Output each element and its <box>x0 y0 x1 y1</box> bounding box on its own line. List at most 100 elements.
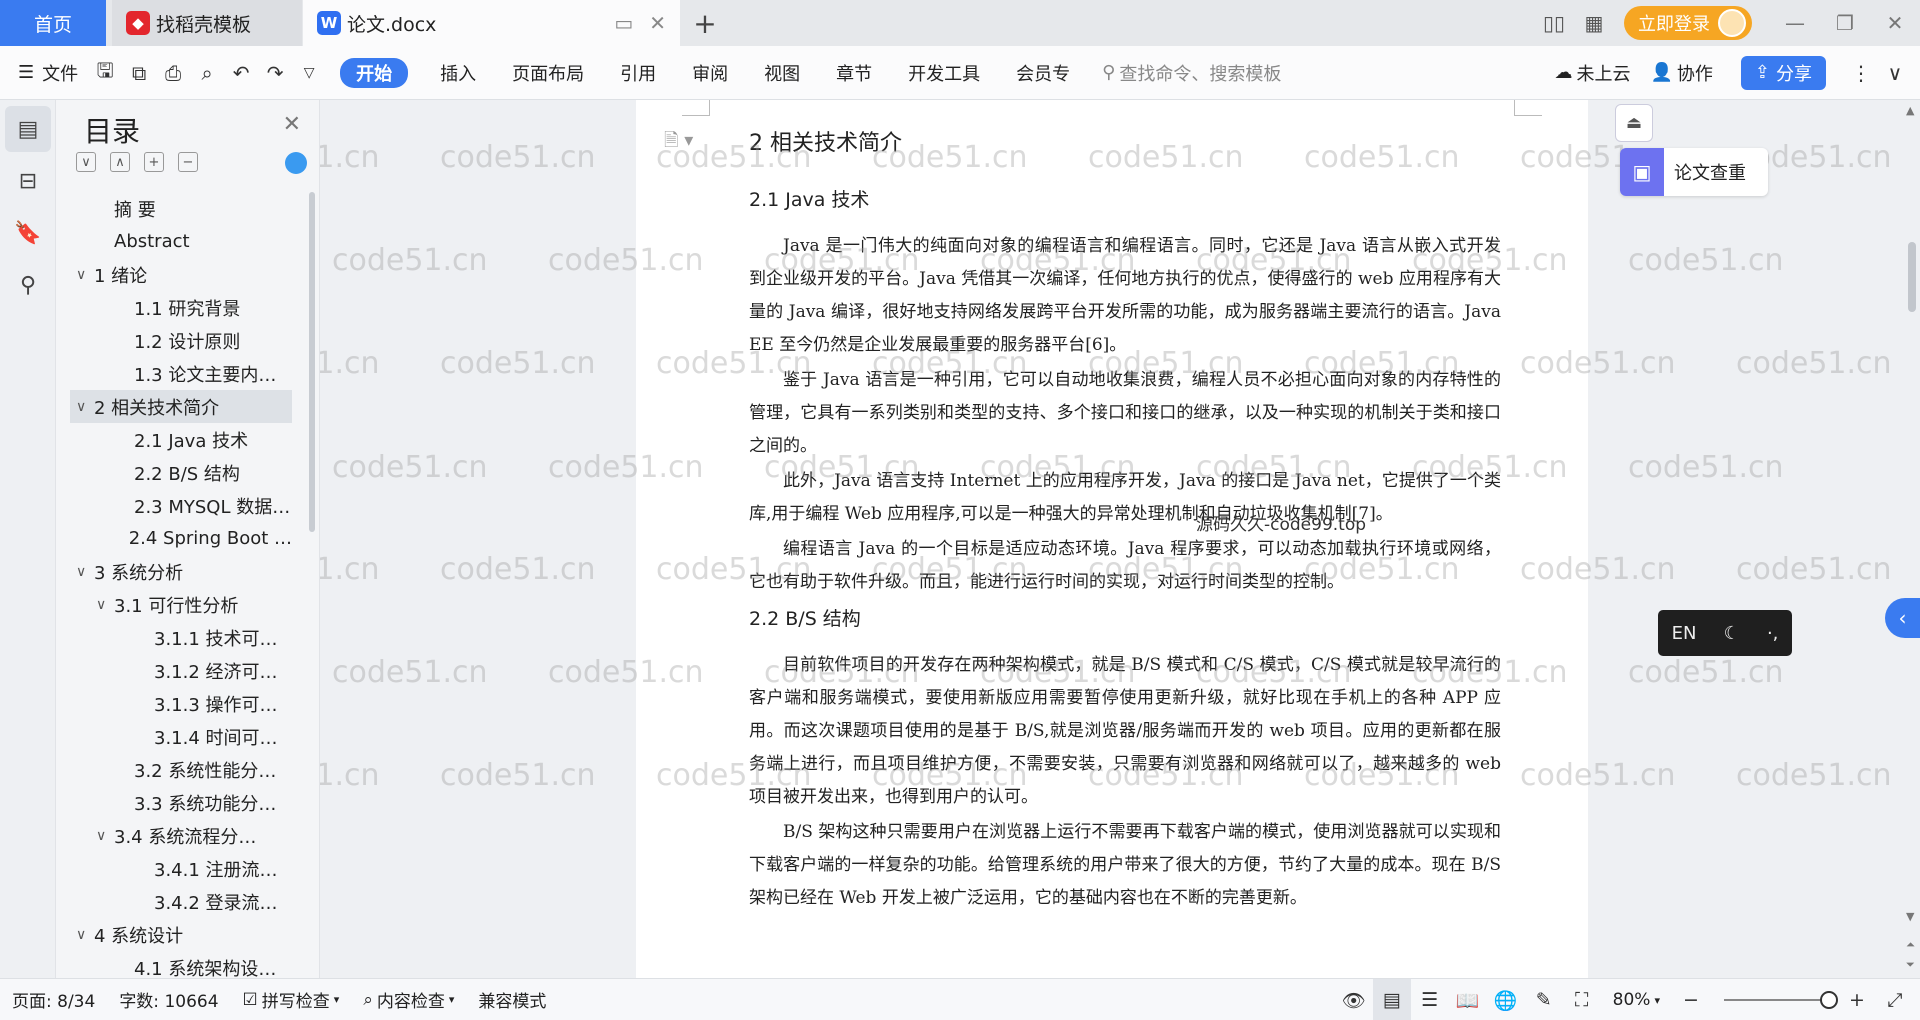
redo-icon[interactable]: ↷ <box>258 56 292 90</box>
document-icon[interactable]: 🗎 ▾ <box>664 128 693 158</box>
collapse-ribbon-icon[interactable]: ∨ <box>1878 56 1912 90</box>
toc-item[interactable]: ∨ 3 系统分析 <box>70 555 292 588</box>
share-button[interactable]: ⇪ 分享 <box>1740 55 1826 90</box>
collaborate-button[interactable]: 👤 协作 <box>1640 46 1722 100</box>
zoom-level[interactable]: 80% ▾ <box>1601 979 1672 1020</box>
toc-item[interactable]: 1.2 设计原则 <box>70 324 292 357</box>
new-tab-button[interactable]: + <box>690 0 720 46</box>
toc-item[interactable]: ∨ 3.1 可行性分析 <box>70 588 292 621</box>
save-icon[interactable]: 🖫 <box>88 56 122 90</box>
more-icon[interactable]: ⋮ <box>1844 56 1878 90</box>
toc-item[interactable]: 1.1 研究背景 <box>70 291 292 324</box>
toc-item[interactable]: 3.1.4 时间可… <box>70 720 292 753</box>
remove-heading-icon[interactable]: − <box>178 152 198 172</box>
toc-item[interactable]: 2.2 B/S 结构 <box>70 456 292 489</box>
screen-icon[interactable]: ▭ <box>614 11 633 35</box>
toc-item[interactable]: 2.3 MYSQL 数据… <box>70 489 292 522</box>
tab-templates[interactable]: ◆ 找稻壳模板 <box>112 0 302 46</box>
toc-item[interactable]: 2.4 Spring Boot … <box>70 522 292 555</box>
punctuation-icon[interactable]: ·, <box>1767 623 1778 644</box>
add-heading-icon[interactable]: + <box>144 152 164 172</box>
print-icon[interactable]: ⎙ <box>156 56 190 90</box>
pen-icon[interactable]: ✎ <box>1525 979 1563 1020</box>
toc-item[interactable]: 3.2 系统性能分… <box>70 753 292 786</box>
close-tab-icon[interactable]: ✕ <box>649 11 666 35</box>
toc-panel-icon[interactable]: ▤ <box>5 106 51 152</box>
toc-item[interactable]: ∨ 3.4 系统流程分… <box>70 819 292 852</box>
navigation-icon[interactable]: ⊟ <box>5 158 51 204</box>
zoom-out-icon[interactable]: − <box>1672 979 1710 1020</box>
toc-item[interactable]: ∨ 2 相关技术简介 <box>70 390 292 423</box>
toc-item[interactable]: 3.3 系统功能分… <box>70 786 292 819</box>
next-page-icon[interactable]: ⏷ <box>1906 958 1915 972</box>
login-button[interactable]: 立即登录 <box>1624 6 1752 40</box>
command-search[interactable]: ⚲ 查找命令、搜索模板 <box>1102 46 1281 100</box>
toc-item[interactable]: 3.1.3 操作可… <box>70 687 292 720</box>
tab-chapter[interactable]: 章节 <box>818 46 890 100</box>
find-icon[interactable]: ⚲ <box>5 262 51 308</box>
tab-references[interactable]: 引用 <box>602 46 674 100</box>
tab-page-layout[interactable]: 页面布局 <box>494 46 602 100</box>
zoom-slider[interactable] <box>1724 991 1838 1009</box>
ime-toolbar[interactable]: EN ☾ ·, <box>1658 610 1792 656</box>
toc-item[interactable]: 3.4.2 登录流… <box>70 885 292 918</box>
preview-icon[interactable]: ⌕ <box>190 56 224 90</box>
zoom-in-icon[interactable]: + <box>1838 979 1876 1020</box>
tab-developer[interactable]: 开发工具 <box>890 46 998 100</box>
toc-scrollbar[interactable] <box>309 192 315 532</box>
tab-start[interactable]: 开始 <box>340 57 409 88</box>
scroll-up-icon[interactable]: ▲ <box>1906 104 1914 117</box>
ai-assistant-icon[interactable] <box>285 152 307 174</box>
chevron-down-icon[interactable]: ∨ <box>76 399 94 415</box>
paper-check-button[interactable]: ▣ 论文查重 <box>1620 148 1768 196</box>
document-body[interactable]: 2 相关技术简介 2.1 Java 技术 Java 是一门伟大的纯面向对象的编程… <box>749 124 1501 915</box>
minimize-icon[interactable]: — <box>1770 0 1820 46</box>
chevron-down-icon[interactable]: ∨ <box>96 597 114 613</box>
zoom-slider-knob[interactable] <box>1820 991 1838 1009</box>
expand-all-icon[interactable]: ∧ <box>110 152 130 172</box>
page-view-icon[interactable]: ▤ <box>1372 979 1411 1020</box>
chevron-down-icon[interactable]: ∨ <box>76 267 94 283</box>
page-indicator[interactable]: 页面: 8/34 <box>0 979 107 1020</box>
web-view-icon[interactable]: 🌐 <box>1487 979 1525 1020</box>
chevron-down-icon[interactable]: ∨ <box>76 927 94 943</box>
ime-language[interactable]: EN <box>1672 623 1697 644</box>
toc-item[interactable]: 2.1 Java 技术 <box>70 423 292 456</box>
collapse-panel-icon[interactable]: ⏏ <box>1615 104 1653 142</box>
tab-home[interactable]: 首页 <box>0 0 106 46</box>
close-window-icon[interactable]: ✕ <box>1870 0 1920 46</box>
fullscreen-icon[interactable]: ⤢ <box>1876 979 1914 1020</box>
toc-item[interactable]: 3.1.2 经济可… <box>70 654 292 687</box>
toc-item[interactable]: 摘 要 <box>70 192 292 225</box>
chevron-down-icon[interactable]: ▽ <box>292 56 326 90</box>
cloud-status[interactable]: ☁ 未上云 <box>1544 46 1640 100</box>
fit-page-icon[interactable]: ⛶ <box>1563 979 1601 1020</box>
tab-insert[interactable]: 插入 <box>422 46 494 100</box>
undo-icon[interactable]: ↶ <box>224 56 258 90</box>
chevron-down-icon[interactable]: ∨ <box>76 564 94 580</box>
spell-check-button[interactable]: ☑ 拼写检查 ▾ <box>231 979 352 1020</box>
chevron-down-icon[interactable]: ∨ <box>96 828 114 844</box>
toc-item[interactable]: 4.1 系统架构设… <box>70 951 292 979</box>
moon-icon[interactable]: ☾ <box>1724 623 1740 644</box>
toc-item[interactable]: 3.4.1 注册流… <box>70 852 292 885</box>
outline-view-icon[interactable]: ☰ <box>1411 979 1449 1020</box>
export-icon[interactable]: ⧉ <box>122 56 156 90</box>
content-check-button[interactable]: ⌕ 内容检查 ▾ <box>351 979 466 1020</box>
toc-item[interactable]: ∨ 1 绪论 <box>70 258 292 291</box>
toc-item[interactable]: 3.1.1 技术可… <box>70 621 292 654</box>
tab-review[interactable]: 审阅 <box>674 46 746 100</box>
tab-member[interactable]: 会员专 <box>998 46 1088 100</box>
restore-icon[interactable]: ❐ <box>1820 0 1870 46</box>
scroll-down-icon[interactable]: ▼ <box>1906 910 1914 923</box>
tab-view[interactable]: 视图 <box>746 46 818 100</box>
scroll-thumb[interactable] <box>1908 242 1916 312</box>
close-icon[interactable]: ✕ <box>283 112 301 137</box>
layout-icon[interactable]: ▯▯ <box>1534 0 1574 46</box>
vertical-scrollbar[interactable]: ▲ ▼ ⏶ ⏷ <box>1904 100 1920 978</box>
toc-item[interactable]: Abstract <box>70 225 292 258</box>
word-count[interactable]: 字数: 10664 <box>107 979 230 1020</box>
document-page[interactable]: 🗎 ▾ 2 相关技术简介 2.1 Java 技术 Java 是一门伟大的纯面向对… <box>636 100 1588 978</box>
file-menu[interactable]: ☰ 文件 <box>0 46 88 100</box>
prev-page-icon[interactable]: ⏶ <box>1906 938 1915 952</box>
